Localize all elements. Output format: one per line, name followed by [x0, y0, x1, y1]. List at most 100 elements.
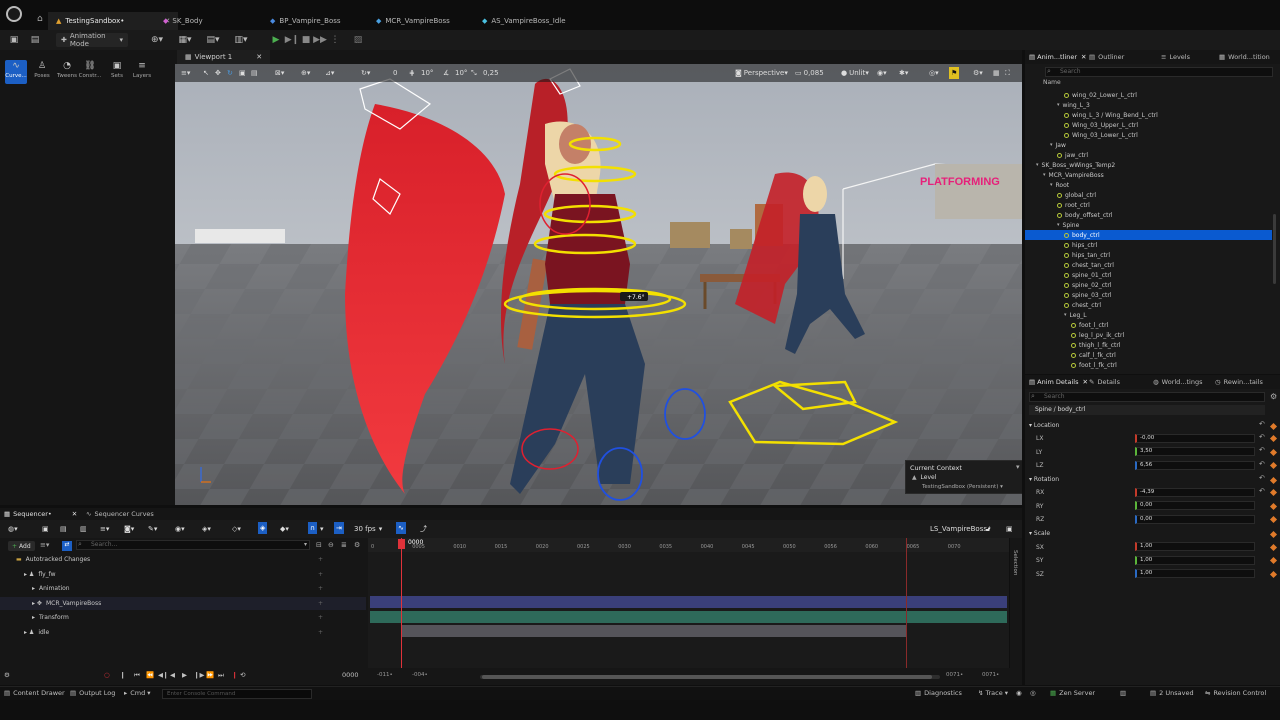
rz-field[interactable]: 0,00	[1135, 515, 1255, 524]
perspective-dropdown[interactable]: ◙ Perspective ▾	[735, 67, 788, 79]
key-allow-icon[interactable]: ◆▾	[280, 523, 289, 535]
details-search-input[interactable]: Search	[1029, 392, 1265, 402]
stop-icon[interactable]: ◎	[1030, 689, 1036, 697]
snap-angle-value[interactable]: 0	[393, 67, 397, 79]
key-icon[interactable]	[1269, 434, 1278, 443]
next-key-icon[interactable]: ⏩	[206, 671, 214, 679]
outliner-row[interactable]: calf_l_fk_ctrl	[1025, 350, 1272, 360]
expand-arrow-icon[interactable]: ▾	[1057, 222, 1060, 228]
outliner-row[interactable]: spine_02_ctrl	[1025, 280, 1272, 290]
settings-icon[interactable]: ⚙	[1270, 392, 1277, 401]
filter-icon[interactable]: ≡▾	[40, 541, 49, 549]
tab-sequencer-curves[interactable]: ∿ Sequencer Curves	[86, 508, 154, 520]
translate-icon[interactable]: ✥	[215, 67, 221, 79]
sequence-menu-icon[interactable]: ▣	[1006, 523, 1013, 535]
curve-editor-icon[interactable]: ∿	[396, 522, 406, 534]
tab-world-settings[interactable]: ◍ World...tings	[1153, 375, 1202, 389]
set-start-icon[interactable]: ❙	[120, 671, 125, 679]
find-asset-icon[interactable]: ▤	[60, 523, 67, 535]
tab-mcr-vampire-boss[interactable]: ◆ MCR_VampireBoss	[368, 12, 458, 30]
snap-b-value[interactable]: 10°	[455, 67, 467, 79]
sy-field[interactable]: 1,00	[1135, 556, 1255, 565]
derived-data-icon[interactable]: ▥	[1120, 689, 1126, 697]
record-icon[interactable]: ◉	[1016, 689, 1022, 697]
angle-snap-icon[interactable]: ↻▾	[361, 67, 370, 79]
scale-icon[interactable]: ▣	[239, 67, 246, 79]
sz-field[interactable]: 1,00	[1135, 569, 1255, 578]
save-icon[interactable]: ▣	[42, 523, 49, 535]
render-icon[interactable]: ▥	[80, 523, 87, 535]
rotation-snap-icon[interactable]: ∡	[443, 67, 449, 79]
tab-sk-body[interactable]: ◆ SK_Body	[155, 12, 211, 30]
reset-icon[interactable]: ↶	[1259, 420, 1265, 428]
outliner-row[interactable]: global_ctrl	[1025, 190, 1272, 200]
blueprint-menu-icon[interactable]: ▦▾	[176, 33, 194, 47]
tools-icon[interactable]: ✱▾	[899, 67, 908, 79]
rotation-section[interactable]: ▾ Rotation	[1029, 476, 1059, 483]
outliner-row[interactable]: ▾ Spine	[1025, 220, 1272, 230]
close-icon[interactable]: ✕	[1082, 378, 1087, 386]
reset-icon[interactable]: ↶	[1259, 433, 1265, 441]
track-row[interactable]: ▸ ♟ idle +	[0, 626, 366, 639]
mode-dropdown[interactable]: ✚ Animation Mode ▾	[56, 32, 128, 48]
jump-end-icon[interactable]: ⏭	[218, 671, 224, 680]
key-icon[interactable]	[1269, 570, 1278, 579]
collapse-icon[interactable]: ⊟	[316, 541, 322, 549]
playhead-line[interactable]	[401, 538, 402, 668]
tab-anim-details[interactable]: ▤ Anim Details ✕	[1029, 375, 1088, 389]
lz-field[interactable]: 6,56	[1135, 461, 1255, 470]
stop-icon[interactable]: ■	[300, 33, 312, 47]
content-drawer-button[interactable]: ▤ Content Drawer	[4, 689, 65, 697]
play-icon[interactable]: ▶	[182, 671, 187, 679]
tab-sequencer[interactable]: ▦ Sequencer• ✕	[4, 508, 77, 520]
outliner-row[interactable]: ▾ MCR_VampireBoss	[1025, 170, 1272, 180]
fps-dropdown[interactable]: 30 fps ▾	[354, 523, 382, 535]
save-icon[interactable]: ▣	[8, 33, 20, 47]
outliner-row[interactable]: ▾ wing_L_3	[1025, 100, 1272, 110]
unreal-logo[interactable]	[6, 6, 22, 22]
frame-field[interactable]: 0000	[342, 671, 359, 679]
tab-viewport-1[interactable]: ▦ Viewport 1 ✕	[177, 50, 271, 64]
add-subtrack-icon[interactable]: +	[318, 629, 323, 636]
key-icon[interactable]	[1269, 530, 1278, 539]
rotate-icon[interactable]: ↻	[227, 67, 233, 79]
tab-levels[interactable]: ≡ Levels	[1161, 50, 1190, 64]
scale-section[interactable]: ▾ Scale	[1029, 530, 1050, 537]
outliner-row[interactable]: body_offset_ctrl	[1025, 210, 1272, 220]
location-section[interactable]: ▾ Location	[1029, 422, 1059, 429]
cmd-dropdown[interactable]: ▸ Cmd ▾	[124, 689, 151, 697]
track-row[interactable]: ▸ Animation +	[0, 582, 366, 595]
expand-arrow-icon[interactable]: ▾	[1064, 312, 1067, 318]
transform-section-bar[interactable]	[370, 611, 1007, 623]
console-input[interactable]: Enter Console Command	[162, 689, 312, 699]
tab-rewind-details[interactable]: ◷ Rewin...tails	[1215, 375, 1263, 389]
bookmark-icon[interactable]: ◎▾	[929, 67, 939, 79]
record-icon[interactable]: ○	[104, 671, 110, 679]
revision-control-button[interactable]: ⇋ Revision Control	[1205, 689, 1266, 697]
maximize-icon[interactable]: ⛶	[1005, 67, 1010, 79]
reset-icon[interactable]: ↶	[1259, 487, 1265, 495]
sx-field[interactable]: 1,00	[1135, 542, 1255, 551]
idle-animation-bar[interactable]	[401, 625, 907, 637]
outliner-row[interactable]: root_ctrl	[1025, 200, 1272, 210]
key-icon[interactable]	[1269, 502, 1278, 511]
layout-icon[interactable]: ▦	[993, 67, 1000, 79]
mode-constraints[interactable]: ⛓ Constr...	[79, 60, 102, 84]
snap-scale-value[interactable]: 0,25	[483, 67, 499, 79]
key-icon[interactable]	[1269, 488, 1278, 497]
reset-icon[interactable]: ↶	[1259, 460, 1265, 468]
zen-server-button[interactable]: ▦ Zen Server	[1050, 689, 1095, 697]
track-row[interactable]: ▸ Transform +	[0, 611, 366, 624]
expand-icon[interactable]: ⊖	[328, 541, 334, 549]
ry-field[interactable]: 0,00	[1135, 501, 1255, 510]
add-subtrack-icon[interactable]: +	[318, 585, 323, 592]
home-icon[interactable]: ⌂	[37, 14, 43, 24]
time-ruler[interactable]: 0 0005 0010 0015 0020 0025 0030 0035 0040 0045 005…	[368, 538, 1009, 552]
surface-snap-icon[interactable]: ⊠▾	[275, 67, 284, 79]
outliner-search-input[interactable]: Search	[1045, 67, 1273, 77]
previous-frame-icon[interactable]: ◀❙	[158, 671, 168, 679]
platforms-icon[interactable]: ▨	[352, 33, 364, 47]
mode-tweens[interactable]: ◔ Tweens	[56, 60, 78, 84]
key-icon[interactable]	[1269, 556, 1278, 565]
track-row[interactable]: ▸ ♟ fly_fw +	[0, 568, 366, 581]
